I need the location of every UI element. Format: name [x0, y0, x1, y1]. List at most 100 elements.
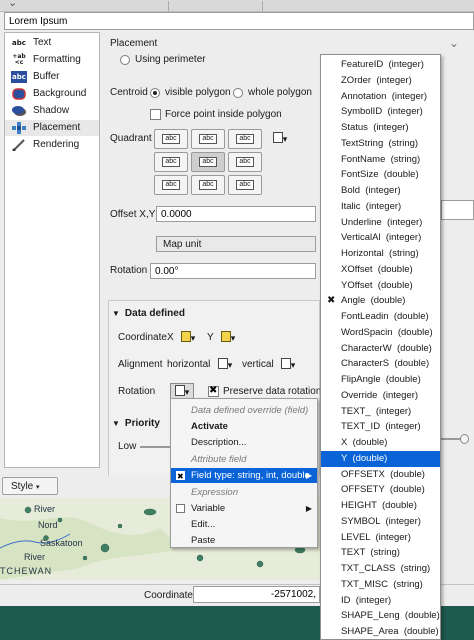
- coordinate-x-override-icon[interactable]: ▾: [178, 330, 198, 344]
- coordinate-status-field[interactable]: [193, 586, 320, 603]
- quadrant-bottom-button[interactable]: abc: [191, 175, 225, 195]
- using-perimeter-radio[interactable]: [120, 55, 130, 65]
- field-list-item[interactable]: ✖ Angle (double): [321, 293, 440, 309]
- placement-heading: Placement: [110, 38, 158, 49]
- field-list-item[interactable]: XOffset (double): [321, 262, 440, 278]
- sidebar-item-buffer[interactable]: abc Buffer: [5, 69, 99, 85]
- field-list-item[interactable]: CharacterS (double): [321, 356, 440, 372]
- field-list-item[interactable]: SYMBOL (integer): [321, 514, 440, 530]
- sidebar-item-placement[interactable]: Placement: [5, 120, 99, 136]
- submenu-arrow-icon: ▶: [305, 504, 312, 513]
- chevron-down-icon[interactable]: ⌄: [8, 0, 17, 9]
- field-list-item[interactable]: SHAPE_Area (double): [321, 624, 440, 639]
- field-list-item[interactable]: Bold (integer): [321, 183, 440, 199]
- style-menu-button[interactable]: Style ▾: [2, 477, 58, 495]
- field-list-item[interactable]: TXT_MISC (string): [321, 577, 440, 593]
- field-list-item[interactable]: Italic (integer): [321, 199, 440, 215]
- coordinate-y-override-icon[interactable]: ▾: [218, 330, 238, 344]
- priority-slider-track-end[interactable]: [441, 434, 474, 444]
- sidebar-item-background[interactable]: Background: [5, 86, 99, 102]
- offset-y-input[interactable]: [441, 200, 474, 220]
- vertical-label: vertical: [242, 359, 274, 370]
- field-list-item[interactable]: Underline (integer): [321, 215, 440, 231]
- field-list-item-label: WordSpacin (double): [341, 326, 433, 338]
- horizontal-override-icon[interactable]: ▾: [215, 357, 235, 371]
- field-list-item[interactable]: CharacterW (double): [321, 341, 440, 357]
- data-defined-heading[interactable]: ▼ Data defined: [112, 308, 185, 319]
- preserve-rotation-checkbox[interactable]: [208, 385, 219, 397]
- quadrant-left-button[interactable]: abc: [154, 152, 188, 172]
- field-list-item[interactable]: TXT_CLASS (string): [321, 561, 440, 577]
- quadrant-bottom-right-button[interactable]: abc: [228, 175, 262, 195]
- field-list-item[interactable]: ID (integer): [321, 593, 440, 609]
- field-list-item[interactable]: Status (integer): [321, 120, 440, 136]
- chevron-icon[interactable]: ⌄: [441, 36, 474, 56]
- field-list-item[interactable]: FontSize (double): [321, 167, 440, 183]
- field-list-item[interactable]: Y (double): [321, 450, 440, 467]
- field-list-item-label: TextString (string): [341, 137, 419, 149]
- field-list-item[interactable]: OFFSETY (double): [321, 482, 440, 498]
- toolbar-separator: [262, 1, 263, 11]
- sidebar-item-label: Formatting: [33, 54, 81, 65]
- force-point-checkbox[interactable]: [150, 109, 161, 120]
- dd-rotation-label: Rotation: [118, 386, 156, 397]
- field-list-item[interactable]: SymbolID (integer): [321, 104, 440, 120]
- field-list-item[interactable]: FontName (string): [321, 152, 440, 168]
- field-list-item[interactable]: TEXT_ID (integer): [321, 419, 440, 435]
- field-list-item-label: SHAPE_Leng (double): [341, 610, 440, 622]
- menu-item-edit[interactable]: Edit...: [171, 517, 317, 532]
- quadrant-right-button[interactable]: abc: [228, 152, 262, 172]
- vertical-override-icon[interactable]: ▾: [278, 357, 298, 371]
- menu-item-field-type[interactable]: Field type: string, int, double ▶: [171, 468, 317, 484]
- priority-heading[interactable]: ▼ Priority: [112, 418, 160, 429]
- quadrant-bottom-left-button[interactable]: abc: [154, 175, 188, 195]
- menu-item-paste[interactable]: Paste: [171, 533, 317, 548]
- rotation-input[interactable]: [150, 263, 316, 279]
- field-list-item-label: XOffset (double): [341, 263, 413, 275]
- quadrant-top-button[interactable]: abc: [191, 129, 225, 149]
- field-list-item[interactable]: ZOrder (integer): [321, 73, 440, 89]
- menu-header-expression: Expression: [191, 487, 238, 498]
- field-list-item[interactable]: TextString (string): [321, 136, 440, 152]
- visible-polygon-radio[interactable]: [150, 88, 160, 98]
- sidebar-item-text[interactable]: abc Text: [5, 35, 99, 51]
- field-list-item[interactable]: VerticalAl (integer): [321, 230, 440, 246]
- field-list-item[interactable]: TEXT (string): [321, 545, 440, 561]
- top-toolbar: ⌄: [0, 0, 474, 12]
- sidebar-item-shadow[interactable]: Shadow: [5, 103, 99, 119]
- sidebar-item-label: Rendering: [33, 139, 80, 150]
- field-list-item[interactable]: YOffset (double): [321, 278, 440, 294]
- field-list-item[interactable]: WordSpacin (double): [321, 325, 440, 341]
- menu-item-variable[interactable]: Variable ▶: [171, 501, 317, 516]
- field-list-item[interactable]: FlipAngle (double): [321, 372, 440, 388]
- offset-label: Offset X,Y: [110, 209, 156, 220]
- field-list-item[interactable]: Override (integer): [321, 388, 440, 404]
- menu-item-description[interactable]: Description...: [171, 435, 317, 450]
- field-list-item[interactable]: FontLeadin (double): [321, 309, 440, 325]
- field-list-item[interactable]: Horizontal (string): [321, 246, 440, 262]
- field-list-item[interactable]: OFFSETX (double): [321, 467, 440, 483]
- offset-xy-input[interactable]: [156, 206, 316, 222]
- data-defined-override-icon[interactable]: ▾: [270, 131, 290, 145]
- field-list-item[interactable]: HEIGHT (double): [321, 498, 440, 514]
- offset-unit-select[interactable]: Map unit: [156, 236, 316, 252]
- field-list-item[interactable]: Annotation (integer): [321, 89, 440, 105]
- quadrant-center-button[interactable]: abc: [191, 152, 225, 172]
- quadrant-top-right-button[interactable]: abc: [228, 129, 262, 149]
- sidebar-item-formatting[interactable]: +ab <c Formatting: [5, 52, 99, 68]
- field-list-item-label: Override (integer): [341, 389, 419, 401]
- label-text-input[interactable]: [4, 12, 474, 30]
- field-list-item[interactable]: X (double): [321, 435, 440, 451]
- quadrant-top-left-button[interactable]: abc: [154, 129, 188, 149]
- sidebar-item-rendering[interactable]: Rendering: [5, 137, 99, 153]
- priority-slider[interactable]: [140, 446, 170, 448]
- menu-item-activate[interactable]: Activate: [171, 419, 317, 434]
- toolbar-separator: [168, 1, 169, 11]
- field-list-item[interactable]: FeatureID (integer): [321, 57, 440, 73]
- field-list-item[interactable]: SHAPE_Leng (double): [321, 608, 440, 624]
- sidebar-item-label: Text: [33, 37, 52, 48]
- placement-icon: [11, 122, 27, 134]
- whole-polygon-radio[interactable]: [233, 88, 243, 98]
- field-list-item[interactable]: LEVEL (integer): [321, 530, 440, 546]
- field-list-item[interactable]: TEXT_ (integer): [321, 404, 440, 420]
